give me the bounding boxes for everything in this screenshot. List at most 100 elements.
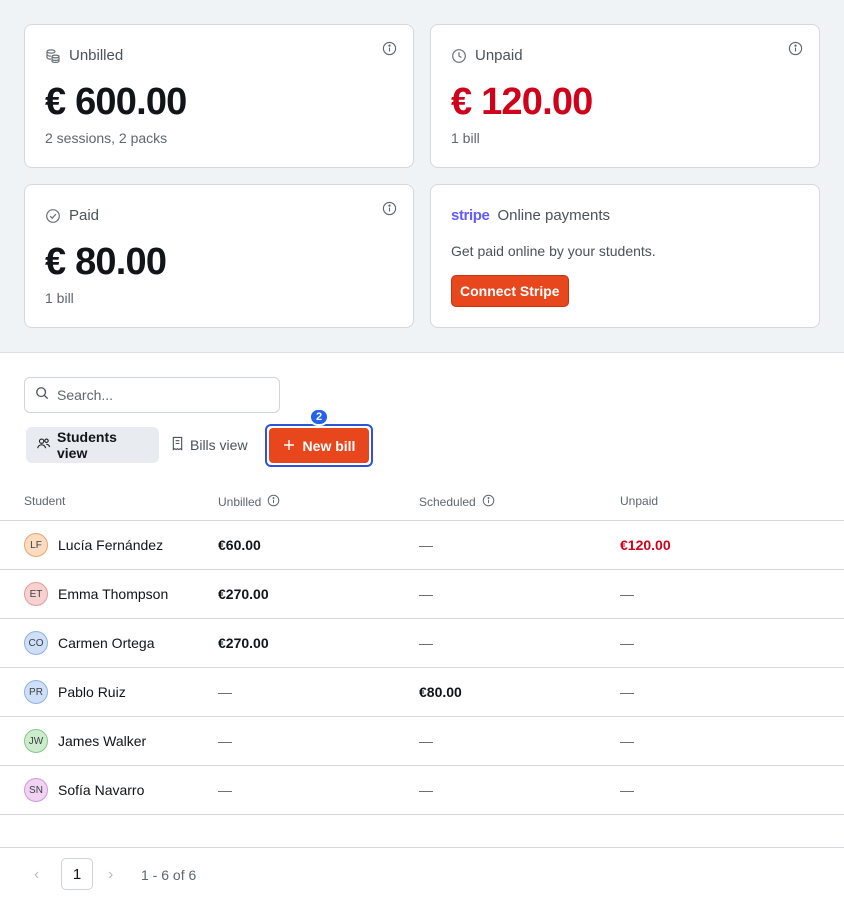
unpaid-value: — <box>620 635 634 651</box>
paid-card-label: Paid <box>69 207 100 224</box>
pagination: ‹ 1 › 1 - 6 of 6 <box>0 847 844 900</box>
unpaid-value: €120.00 <box>620 537 671 553</box>
scheduled-value: €80.00 <box>419 684 462 700</box>
column-header-scheduled: Scheduled <box>419 494 495 510</box>
unpaid-value: — <box>620 684 634 700</box>
receipt-icon <box>171 436 184 454</box>
connect-stripe-button[interactable]: Connect Stripe <box>451 275 569 307</box>
table-row[interactable]: CO Carmen Ortega €270.00 — — <box>0 619 844 668</box>
summary-panel: Unbilled € 600.00 2 sessions, 2 packs Un… <box>0 0 844 353</box>
search-box[interactable] <box>24 377 280 413</box>
column-header-unbilled: Unbilled <box>218 494 280 510</box>
unbilled-value: €60.00 <box>218 537 261 553</box>
paid-card-header: Paid <box>45 207 99 224</box>
student-cell: LF Lucía Fernández <box>24 521 163 569</box>
stripe-card-label: Online payments <box>497 207 611 224</box>
student-cell: CO Carmen Ortega <box>24 619 154 667</box>
students-view-label: Students view <box>57 429 117 461</box>
table-row[interactable]: LF Lucía Fernández €60.00 — €120.00 <box>0 521 844 570</box>
column-header-scheduled-label: Scheduled <box>419 495 476 509</box>
unbilled-value: — <box>218 733 232 749</box>
unbilled-value: €270.00 <box>218 635 269 651</box>
scheduled-value: — <box>419 537 433 553</box>
table-header: Student Unbilled Scheduled Unpaid <box>0 484 844 521</box>
new-bill-focus-ring: New bill <box>265 424 373 467</box>
stripe-card-header: stripe Online payments <box>451 207 610 224</box>
unpaid-value: — <box>620 586 634 602</box>
info-icon[interactable] <box>382 201 397 216</box>
info-icon[interactable] <box>788 41 803 56</box>
students-view-toggle[interactable]: Students view <box>26 427 159 463</box>
column-header-student-label: Student <box>24 494 66 508</box>
paid-summary: 1 bill <box>45 290 74 306</box>
student-name: Lucía Fernández <box>58 537 164 553</box>
avatar: JW <box>24 729 48 753</box>
info-icon[interactable] <box>267 494 280 510</box>
unbilled-card-label: Unbilled <box>69 47 124 64</box>
unbilled-card-header: Unbilled <box>45 47 123 64</box>
student-cell: SN Sofía Navarro <box>24 766 144 814</box>
pagination-range: 1 - 6 of 6 <box>141 867 197 883</box>
student-cell: ET Emma Thompson <box>24 570 168 618</box>
plus-icon <box>283 438 295 454</box>
unpaid-summary: 1 bill <box>451 130 480 146</box>
new-bill-button[interactable]: New bill <box>269 428 369 463</box>
unbilled-amount: € 600.00 <box>45 81 187 123</box>
avatar: CO <box>24 631 48 655</box>
unbilled-value: €270.00 <box>218 586 269 602</box>
search-icon <box>35 386 49 405</box>
avatar: SN <box>24 778 48 802</box>
scheduled-value: — <box>419 733 433 749</box>
column-header-student: Student <box>24 494 65 508</box>
unpaid-card: Unpaid € 120.00 1 bill <box>430 24 820 168</box>
new-bill-label: New bill <box>302 437 356 454</box>
avatar: PR <box>24 680 48 704</box>
student-name: James Walker <box>58 733 147 749</box>
column-header-unbilled-label: Unbilled <box>218 495 262 509</box>
column-header-unpaid: Unpaid <box>620 494 658 508</box>
student-cell: PR Pablo Ruiz <box>24 668 126 716</box>
bills-view-toggle[interactable]: Bills view <box>161 427 258 463</box>
student-name: Carmen Ortega <box>58 635 155 651</box>
unpaid-card-header: Unpaid <box>451 47 523 64</box>
student-name: Pablo Ruiz <box>58 684 126 700</box>
unpaid-card-label: Unpaid <box>475 47 523 64</box>
scheduled-value: — <box>419 782 433 798</box>
table-row[interactable]: ET Emma Thompson €270.00 — — <box>0 570 844 619</box>
chevron-left-icon[interactable]: ‹ <box>34 866 39 884</box>
info-icon[interactable] <box>382 41 397 56</box>
avatar: ET <box>24 582 48 606</box>
unbilled-value: — <box>218 782 232 798</box>
column-header-unpaid-label: Unpaid <box>620 494 659 508</box>
clock-icon <box>451 48 467 64</box>
table-row[interactable]: PR Pablo Ruiz — €80.00 — <box>0 668 844 717</box>
paid-card: Paid € 80.00 1 bill <box>24 184 414 328</box>
avatar: LF <box>24 533 48 557</box>
unpaid-value: — <box>620 782 634 798</box>
step-badge: 2 <box>309 408 329 426</box>
unbilled-summary: 2 sessions, 2 packs <box>45 130 168 146</box>
student-name: Sofía Navarro <box>58 782 145 798</box>
scheduled-value: — <box>419 586 433 602</box>
student-name: Emma Thompson <box>58 586 169 602</box>
table-row[interactable]: JW James Walker — — — <box>0 717 844 766</box>
page-button[interactable]: 1 <box>61 858 93 890</box>
chevron-right-icon[interactable]: › <box>108 866 113 884</box>
coins-icon <box>45 48 61 64</box>
paid-amount: € 80.00 <box>45 241 167 283</box>
stripe-description: Get paid online by your students. <box>451 243 656 259</box>
unpaid-value: — <box>620 733 634 749</box>
info-icon[interactable] <box>482 494 495 510</box>
bills-view-label: Bills view <box>190 437 248 453</box>
stripe-logo: stripe <box>451 207 490 224</box>
search-input[interactable] <box>57 387 257 403</box>
unbilled-value: — <box>218 684 232 700</box>
check-circle-icon <box>45 208 61 224</box>
unbilled-card: Unbilled € 600.00 2 sessions, 2 packs <box>24 24 414 168</box>
users-icon <box>36 436 51 454</box>
scheduled-value: — <box>419 635 433 651</box>
table-row[interactable]: SN Sofía Navarro — — — <box>0 766 844 815</box>
student-cell: JW James Walker <box>24 717 146 765</box>
stripe-card: stripe Online payments Get paid online b… <box>430 184 820 328</box>
unpaid-amount: € 120.00 <box>451 81 593 123</box>
